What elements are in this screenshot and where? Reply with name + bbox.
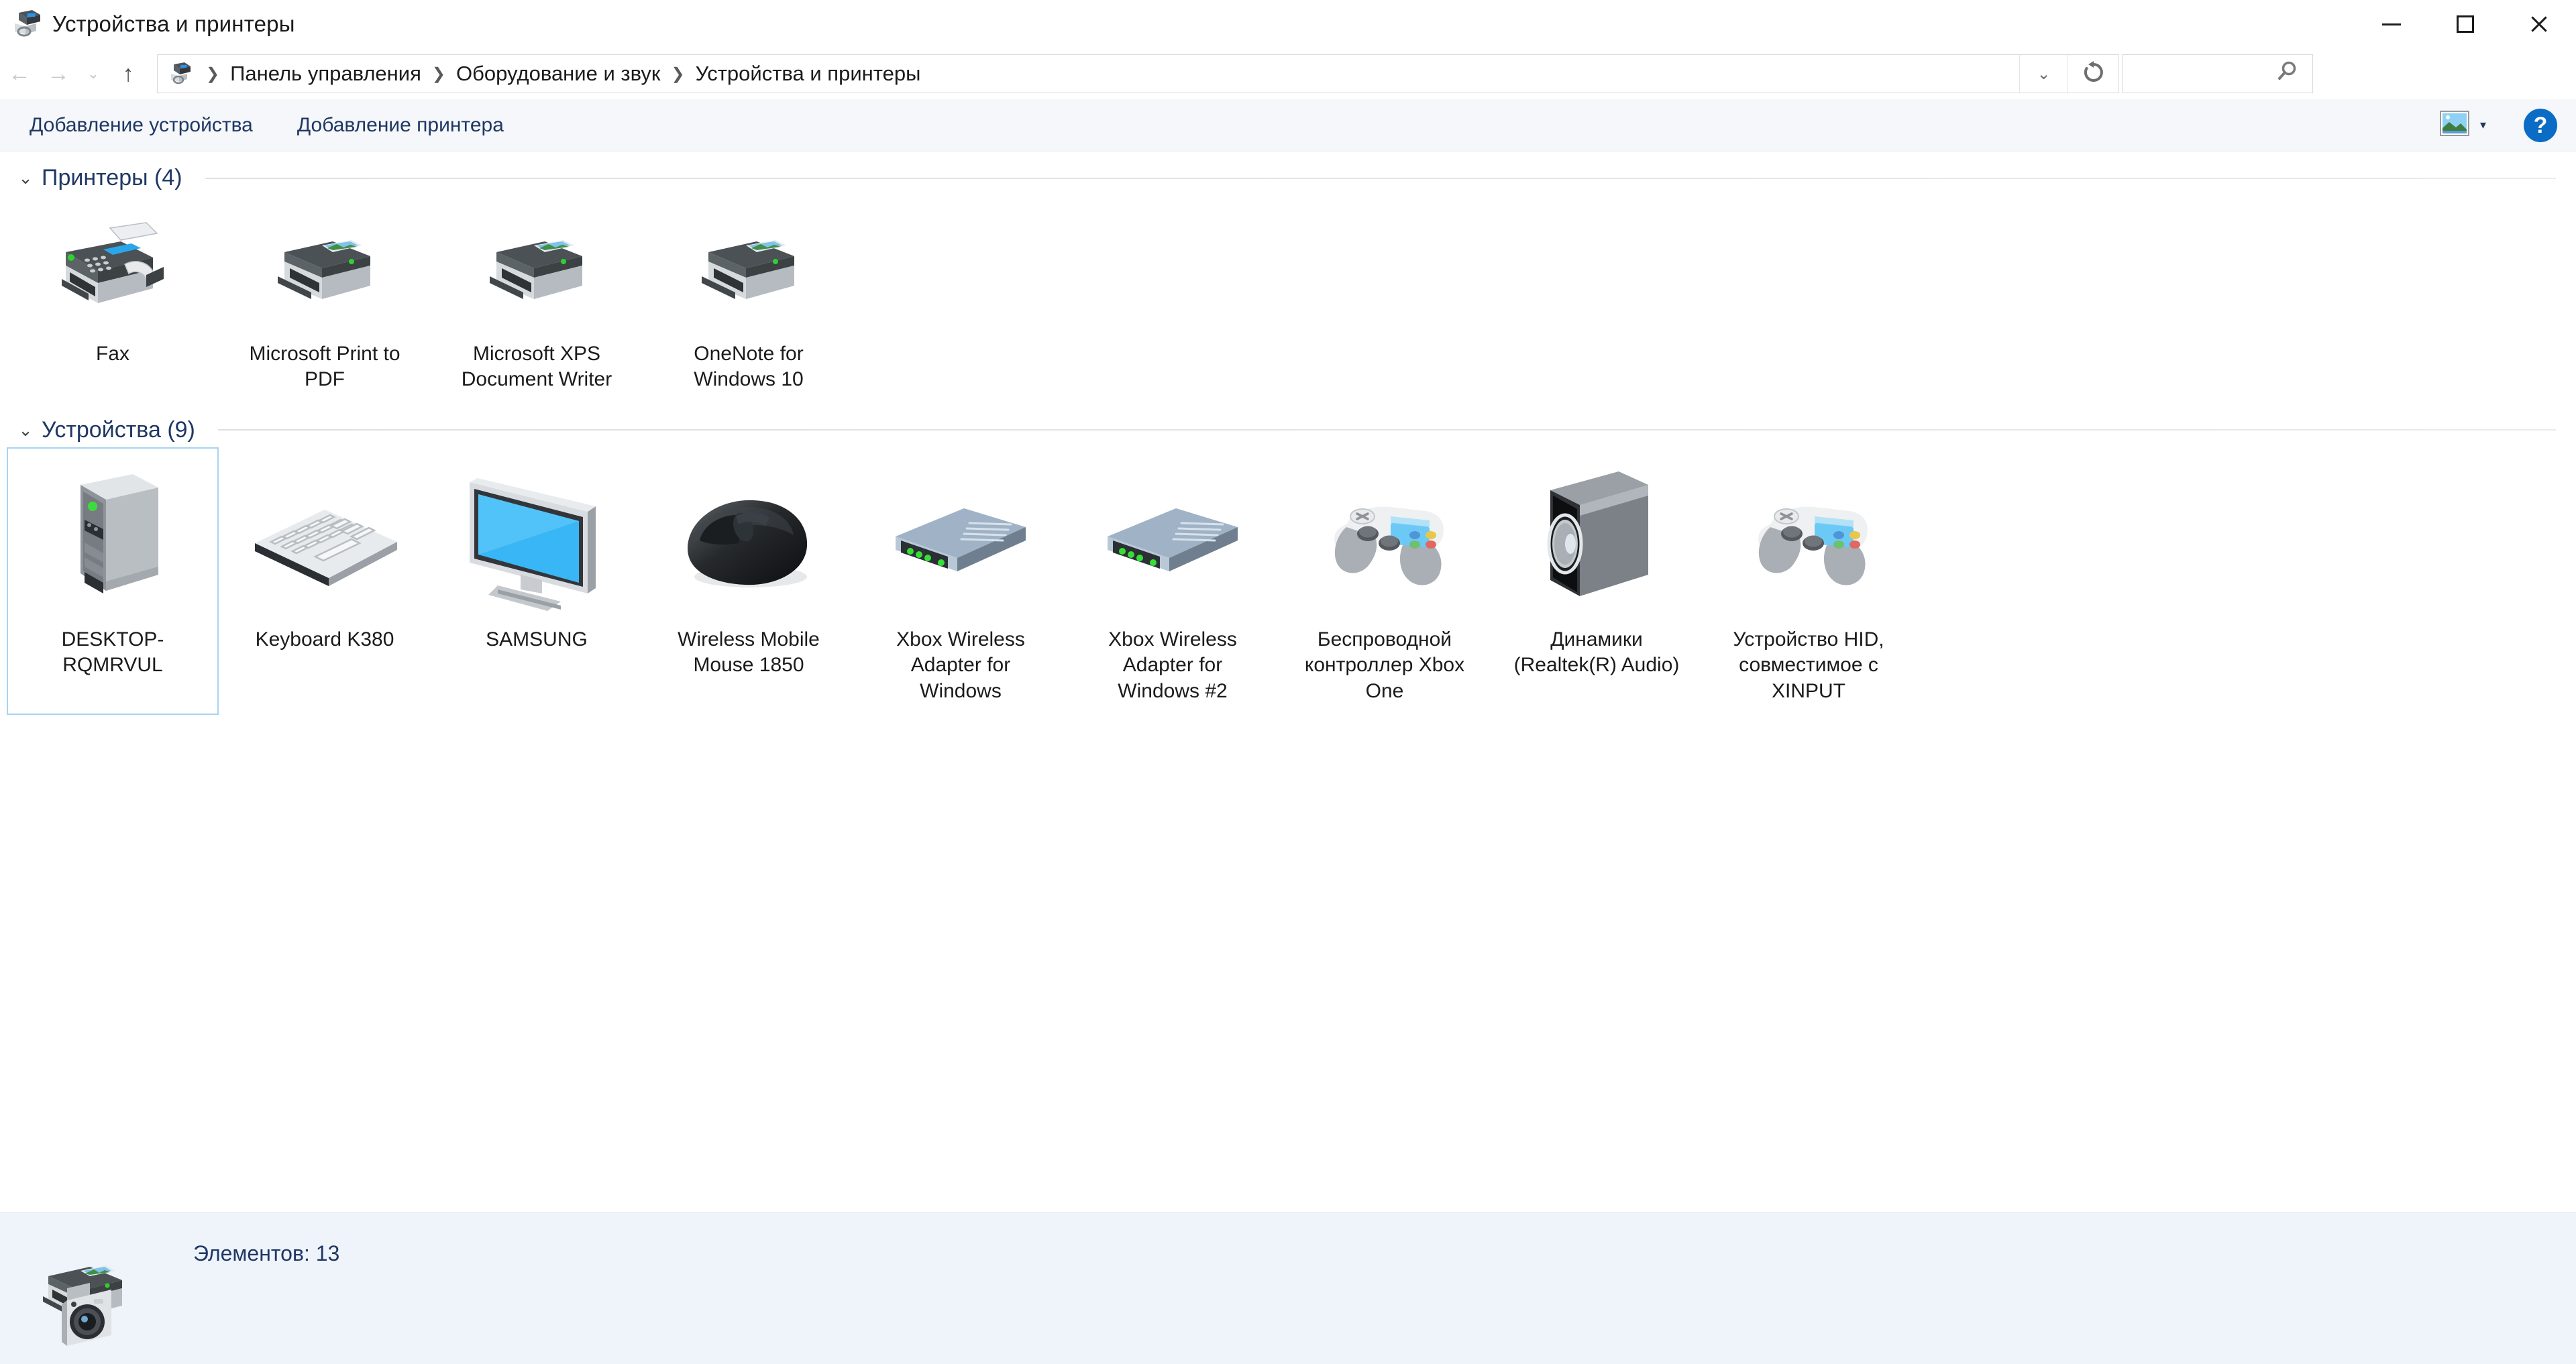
device-tile-speakers[interactable]: Динамики (Realtek(R) Audio) (1491, 447, 1703, 715)
restore-icon (2457, 15, 2474, 33)
monitor-icon (453, 455, 621, 623)
back-arrow-icon: ← (8, 60, 31, 87)
device-tile-mouse[interactable]: Wireless Mobile Mouse 1850 (643, 447, 855, 715)
recent-locations-button[interactable]: ⌄ (78, 54, 109, 94)
command-bar-right: ▾ ? (2433, 107, 2576, 144)
printer-camera-icon (32, 1247, 136, 1347)
device-label: Keyboard K380 (255, 628, 394, 650)
breadcrumb-item-hardware-sound[interactable]: Оборудование и звук (451, 59, 665, 89)
printer-icon (241, 203, 409, 337)
command-bar: Добавление устройства Добавление принтер… (0, 99, 2576, 152)
add-printer-button[interactable]: Добавление принтера (282, 107, 519, 144)
device-label: Xbox Wireless Adapter for Windows (896, 628, 1025, 702)
address-history-button[interactable]: ⌄ (2019, 55, 2068, 93)
breadcrumb-item-control-panel[interactable]: Панель управления (225, 59, 427, 89)
content-area: ⌄ Принтеры (4) Fax Microsoft Print to PD… (0, 152, 2576, 1212)
fax-machine-icon (29, 203, 197, 337)
speaker-icon (1513, 455, 1680, 623)
status-bar: Элементов: 13 (0, 1212, 2576, 1364)
up-button[interactable]: ↑ (109, 54, 148, 94)
device-label: Wireless Mobile Mouse 1850 (678, 628, 820, 677)
refresh-button[interactable] (2068, 55, 2118, 93)
group-title-devices: Устройства (9) (42, 416, 195, 443)
wireless-adapter-icon (1089, 455, 1256, 623)
group-divider (205, 177, 2556, 179)
search-icon (2275, 59, 2300, 89)
chevron-down-icon[interactable]: ⌄ (12, 168, 39, 188)
devices-printers-icon (167, 62, 194, 86)
printers-grid: Fax Microsoft Print to PDF Microsoft XPS… (0, 195, 2576, 404)
printer-label: Fax (95, 343, 129, 365)
printer-label: OneNote for Windows 10 (694, 343, 804, 391)
printer-tile-xps-writer[interactable]: Microsoft XPS Document Writer (431, 195, 643, 404)
device-tile-hid-xinput[interactable]: Устройство HID, совместимое с XINPUT (1703, 447, 1915, 715)
device-tile-monitor[interactable]: SAMSUNG (431, 447, 643, 715)
breadcrumb: ❯ Панель управления ❯ Оборудование и зву… (201, 59, 926, 89)
group-title-printers: Принтеры (4) (42, 165, 182, 190)
group-header-devices[interactable]: ⌄ Устройства (9) (0, 404, 2576, 447)
chevron-down-icon: ⌄ (2037, 64, 2051, 83)
status-item-count: Элементов: 13 (193, 1241, 340, 1265)
device-tile-xbox-adapter-2[interactable]: Xbox Wireless Adapter for Windows #2 (1067, 447, 1279, 715)
breadcrumb-separator-0: ❯ (206, 64, 220, 83)
title-bar: Устройства и принтеры (0, 0, 2576, 48)
help-button[interactable]: ? (2524, 108, 2557, 142)
printer-tile-onenote[interactable]: OneNote for Windows 10 (643, 195, 855, 404)
group-divider (217, 429, 2556, 431)
chevron-down-icon[interactable]: ⌄ (12, 420, 39, 441)
gamepad-icon (1725, 455, 1892, 623)
address-bar-row: ← → ⌄ ↑ ❯ Панель управления ❯ Оборудован… (0, 48, 2576, 99)
address-bar-actions: ⌄ (2019, 55, 2118, 93)
refresh-icon (2082, 60, 2106, 88)
window-title: Устройства и принтеры (52, 11, 295, 36)
printer-icon (453, 203, 621, 337)
window-controls (2355, 0, 2576, 48)
breadcrumb-separator-1: ❯ (431, 64, 446, 83)
mouse-icon (665, 455, 833, 623)
chevron-down-icon: ▾ (2479, 118, 2486, 131)
printer-label: Microsoft XPS Document Writer (461, 343, 612, 391)
devices-grid: DESKTOP-RQMRVUL Keyboard K380 SAMSUNG Wi… (0, 447, 2576, 715)
breadcrumb-item-devices-printers[interactable]: Устройства и принтеры (690, 59, 926, 89)
printer-label: Microsoft Print to PDF (249, 343, 400, 391)
minimize-button[interactable] (2355, 0, 2428, 48)
breadcrumb-separator-2: ❯ (671, 64, 685, 83)
keyboard-icon (241, 455, 409, 623)
devices-and-printers-window: Устройства и принтеры ← → ⌄ ↑ ❯ Панель у… (0, 0, 2576, 1364)
forward-arrow-icon: → (47, 60, 70, 87)
restore-button[interactable] (2428, 0, 2502, 48)
device-label: Устройство HID, совместимое с XINPUT (1733, 628, 1884, 702)
close-button[interactable] (2502, 0, 2576, 48)
search-input[interactable] (2122, 54, 2313, 93)
back-button[interactable]: ← (0, 54, 39, 94)
device-label: Динамики (Realtek(R) Audio) (1513, 628, 1680, 677)
device-tile-xbox-controller[interactable]: Беспроводной контроллер Xbox One (1279, 447, 1491, 715)
thumbnail-view-icon (2439, 111, 2469, 139)
close-icon (2529, 14, 2549, 34)
printer-tile-fax[interactable]: Fax (7, 195, 219, 404)
device-label: DESKTOP-RQMRVUL (61, 628, 164, 677)
device-label: Беспроводной контроллер Xbox One (1304, 628, 1465, 702)
printer-tile-print-to-pdf[interactable]: Microsoft Print to PDF (219, 195, 431, 404)
up-arrow-icon: ↑ (122, 60, 134, 87)
forward-button[interactable]: → (39, 54, 78, 94)
printer-icon (665, 203, 833, 337)
help-icon: ? (2533, 112, 2548, 138)
minimize-icon (2382, 23, 2401, 25)
chevron-down-icon: ⌄ (87, 65, 100, 82)
add-device-button[interactable]: Добавление устройства (15, 107, 268, 144)
device-label: Xbox Wireless Adapter for Windows #2 (1108, 628, 1237, 702)
desktop-tower-icon (29, 455, 197, 623)
device-tile-desktop[interactable]: DESKTOP-RQMRVUL (7, 447, 219, 715)
wireless-adapter-icon (877, 455, 1044, 623)
device-tile-keyboard[interactable]: Keyboard K380 (219, 447, 431, 715)
view-options-button[interactable]: ▾ (2433, 107, 2493, 144)
device-label: SAMSUNG (486, 628, 588, 650)
printer-fax-icon (9, 9, 44, 40)
address-bar[interactable]: ❯ Панель управления ❯ Оборудование и зву… (157, 54, 2119, 93)
device-tile-xbox-adapter-1[interactable]: Xbox Wireless Adapter for Windows (855, 447, 1067, 715)
group-header-printers[interactable]: ⌄ Принтеры (4) (0, 152, 2576, 195)
gamepad-icon (1301, 455, 1468, 623)
